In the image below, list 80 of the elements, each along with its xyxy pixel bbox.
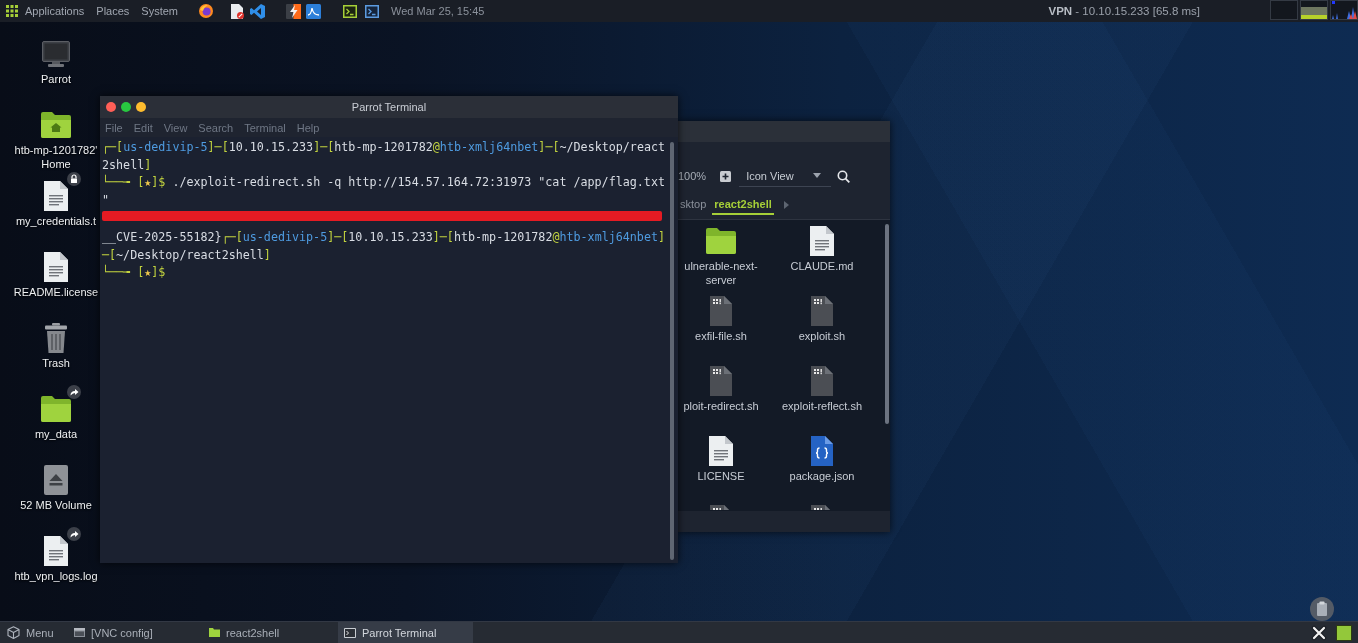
wave-icon[interactable] [306, 3, 322, 19]
folder-icon[interactable] [41, 396, 71, 422]
script-file-icon[interactable] [811, 366, 833, 396]
scrollbar-thumb[interactable] [670, 142, 674, 560]
file-label[interactable]: package.json [789, 469, 855, 483]
zoom-level: 100% [678, 170, 707, 182]
icon-label[interactable]: htb-mp-1201782' Home [12, 143, 100, 171]
icon-label[interactable]: Parrot [12, 72, 100, 86]
close-button[interactable] [106, 102, 116, 112]
taskbar-button[interactable]: [VNC config] [68, 622, 203, 643]
globe-icon[interactable] [199, 4, 214, 18]
icon-label[interactable]: README.license [12, 285, 100, 299]
file-label[interactable]: exploit-reflect.sh [781, 399, 863, 413]
path-button[interactable]: react2shell [712, 195, 774, 215]
panel-menu[interactable]: Places [96, 5, 130, 17]
terminal-line: 2shell] [102, 156, 153, 174]
terminal-line: ─[~/Desktop/react2shell] [102, 246, 272, 264]
script-file-icon[interactable] [811, 296, 833, 326]
document-icon[interactable] [44, 536, 68, 566]
trash-icon[interactable] [45, 323, 67, 353]
folder-icon[interactable] [706, 228, 736, 254]
minimize-button[interactable] [136, 102, 146, 112]
file-label[interactable]: ploit-redirect.sh [683, 399, 759, 413]
home-folder-icon[interactable] [41, 112, 71, 138]
taskbar-button[interactable]: react2shell [203, 622, 338, 643]
terminal-icon[interactable] [365, 4, 380, 18]
view-dropdown[interactable]: Icon View [739, 165, 832, 187]
file-label[interactable]: exploit.sh [798, 329, 846, 343]
document-icon[interactable] [44, 181, 68, 211]
terminal-line: └──╼ [★]$ ./exploit-redirect.sh -q http://154.57.164.72:31973 "cat /app/flag.txt [102, 174, 666, 192]
lightning-icon[interactable] [286, 3, 302, 19]
apps-grid-icon[interactable] [6, 5, 18, 17]
menu-button[interactable]: Menu [0, 622, 68, 643]
square-icon[interactable] [1336, 624, 1352, 641]
window-icon [74, 628, 85, 637]
caret-down-icon [813, 173, 822, 178]
search-icon[interactable] [837, 169, 851, 183]
ribbon-icon[interactable] [250, 3, 266, 19]
icon-label[interactable]: my_data [12, 427, 100, 441]
menu-item[interactable]: Search [198, 121, 234, 134]
terminal-line: __CVE-2025-55182}┌─[us-dedivip-5]─[10.10.15.233]─[htb-mp-1201782@htb-xmlj64nbet] [102, 228, 667, 246]
caret-right-icon[interactable] [783, 201, 789, 209]
drive-icon[interactable] [44, 465, 68, 495]
terminal-icon [344, 627, 356, 638]
zoom-in-icon[interactable] [720, 170, 732, 182]
icon-label[interactable]: htb_vpn_logs.log [12, 569, 100, 583]
icon-label[interactable]: 52 MB Volume [12, 498, 100, 512]
vpn-status: VPN - 10.10.15.233 [65.8 ms] [1048, 5, 1200, 17]
script-file-icon[interactable] [710, 296, 732, 326]
scrollbar-thumb[interactable] [885, 224, 889, 424]
document-icon[interactable] [709, 436, 733, 466]
maximize-button[interactable] [121, 102, 131, 112]
document-icon[interactable] [810, 226, 834, 256]
menu-item[interactable]: View [163, 121, 188, 134]
file-label[interactable]: LICENSE [697, 469, 745, 483]
terminal-line: └──╼ [★]$ [102, 264, 167, 282]
clipboard-icon[interactable] [1310, 597, 1334, 621]
document-icon[interactable] [44, 252, 68, 282]
terminal-icon[interactable] [343, 4, 358, 18]
window-title: Parrot Terminal [351, 101, 427, 113]
icon-label[interactable]: my_credentials.t [12, 214, 100, 228]
taskbar-button[interactable]: Parrot Terminal [338, 622, 473, 643]
menu-item[interactable]: Terminal [244, 121, 286, 134]
path-button[interactable]: sktop [678, 195, 709, 215]
document-badge-icon[interactable] [230, 3, 245, 19]
panel-menu[interactable]: System [141, 5, 179, 17]
file-label[interactable]: exfil-file.sh [695, 329, 747, 343]
monitor-icon[interactable] [42, 41, 70, 67]
file-label[interactable]: CLAUDE.md [790, 259, 854, 273]
terminal-line: ┌─[us-dedivip-5]─[10.10.15.233]─[htb-mp-1201782@htb-xmlj64nbet]─[~/Desktop/react [102, 139, 667, 156]
panel-menu[interactable]: Applications [25, 5, 85, 17]
x-mark-icon[interactable] [1311, 624, 1327, 641]
folder-icon [209, 628, 220, 637]
cube-icon [7, 626, 20, 639]
file-label[interactable]: ulnerable-next-server [679, 259, 763, 287]
panel-clock: Wed Mar 25, 15:45 [391, 5, 485, 17]
json-file-icon[interactable] [811, 436, 833, 466]
script-file-icon[interactable] [710, 366, 732, 396]
icon-label[interactable]: Trash [12, 356, 100, 370]
terminal-line: " [102, 191, 111, 209]
